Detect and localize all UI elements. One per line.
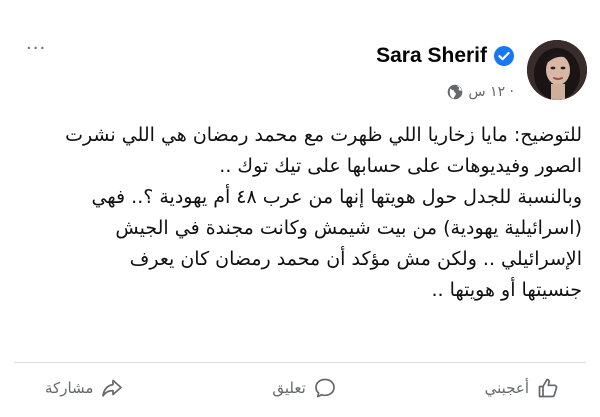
- post-text-line: جنسيتها أو هويتها ..: [431, 279, 583, 301]
- post-text-line: للتوضيح: مايا زخاريا اللي ظهرت مع محمد ر…: [65, 124, 582, 146]
- share-label: مشاركة: [45, 379, 94, 397]
- post-text: للتوضيح: مايا زخاريا اللي ظهرت مع محمد ر…: [12, 120, 582, 306]
- post-meta: ١٢ س ·: [447, 82, 515, 102]
- post-text-line: (اسرائيلية يهودية) من بيت شيمش وكانت مجن…: [115, 217, 582, 239]
- more-options-button[interactable]: ···: [26, 40, 46, 58]
- comment-button[interactable]: تعليق: [272, 368, 336, 408]
- comment-icon: [314, 378, 335, 398]
- facebook-post: ··· Sara Sherif ١٢ س · للتوضيح: مايا زخا…: [0, 0, 600, 417]
- share-button[interactable]: مشاركة: [45, 368, 124, 408]
- post-text-line: الصور وفيديوهات على حسابها على تيك توك .…: [219, 155, 582, 177]
- like-label: أعجبني: [484, 379, 529, 397]
- verified-badge-icon: [494, 46, 514, 66]
- post-author-row: Sara Sherif: [376, 42, 514, 70]
- author-name[interactable]: Sara Sherif: [376, 44, 487, 68]
- like-button[interactable]: أعجبني: [485, 368, 560, 408]
- comment-label: تعليق: [272, 379, 306, 397]
- actions-divider: [14, 362, 586, 363]
- post-timestamp[interactable]: ١٢ س ·: [469, 84, 515, 100]
- globe-icon[interactable]: [447, 84, 463, 100]
- post-actions: أعجبني تعليق مشاركة: [0, 368, 600, 408]
- thumbs-up-icon: [538, 378, 558, 398]
- author-avatar[interactable]: [527, 40, 587, 100]
- post-text-line: الإسرائيلي .. ولكن مش مؤكد أن محمد رمضان…: [129, 248, 582, 270]
- post-text-line: وبالنسبة للجدل حول هويتها إنها من عرب ٤٨…: [91, 186, 582, 208]
- share-icon: [102, 379, 123, 397]
